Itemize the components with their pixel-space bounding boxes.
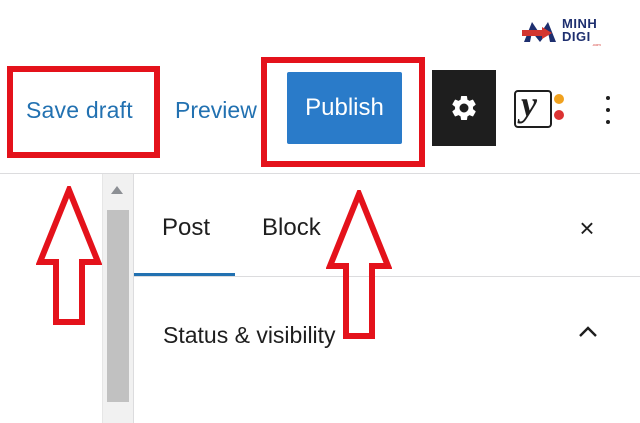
logo-mark-icon — [522, 22, 556, 42]
settings-button[interactable] — [432, 70, 496, 146]
minhdigi-logo: MINH DIGI .com — [522, 14, 634, 48]
yoast-seo-button[interactable]: y — [510, 84, 570, 130]
scrollbar-thumb[interactable] — [107, 210, 129, 402]
annotation-arrow-up-icon — [326, 190, 392, 339]
editor-screen: MINH DIGI .com Save draft Preview Publis… — [0, 0, 640, 423]
logo-wordmark: MINH DIGI — [562, 17, 597, 43]
more-vertical-icon-dot — [606, 120, 610, 124]
status-visibility-panel-toggle[interactable]: Status & visibility — [163, 322, 336, 349]
preview-button[interactable]: Preview — [175, 97, 257, 124]
chevron-up-icon[interactable] — [576, 320, 600, 344]
close-sidebar-button[interactable]: × — [574, 213, 600, 243]
more-options-button[interactable] — [600, 92, 616, 128]
yoast-readability-dot — [554, 94, 564, 104]
scrollbar[interactable] — [102, 174, 134, 423]
tab-post[interactable]: Post — [162, 214, 210, 242]
more-vertical-icon-dot — [606, 108, 610, 112]
scroll-up-arrow-icon[interactable] — [111, 186, 123, 194]
more-vertical-icon — [606, 96, 610, 100]
yoast-y-glyph: y — [521, 84, 537, 124]
tab-block[interactable]: Block — [262, 214, 321, 242]
logo-domain: .com — [592, 42, 601, 47]
yoast-seo-dot — [554, 110, 564, 120]
annotation-arrow-up-icon — [36, 186, 102, 325]
toolbar-divider — [0, 173, 640, 174]
gear-icon — [452, 95, 476, 120]
annotation-frame-publish — [261, 57, 425, 167]
annotation-frame-save-draft — [7, 66, 160, 158]
